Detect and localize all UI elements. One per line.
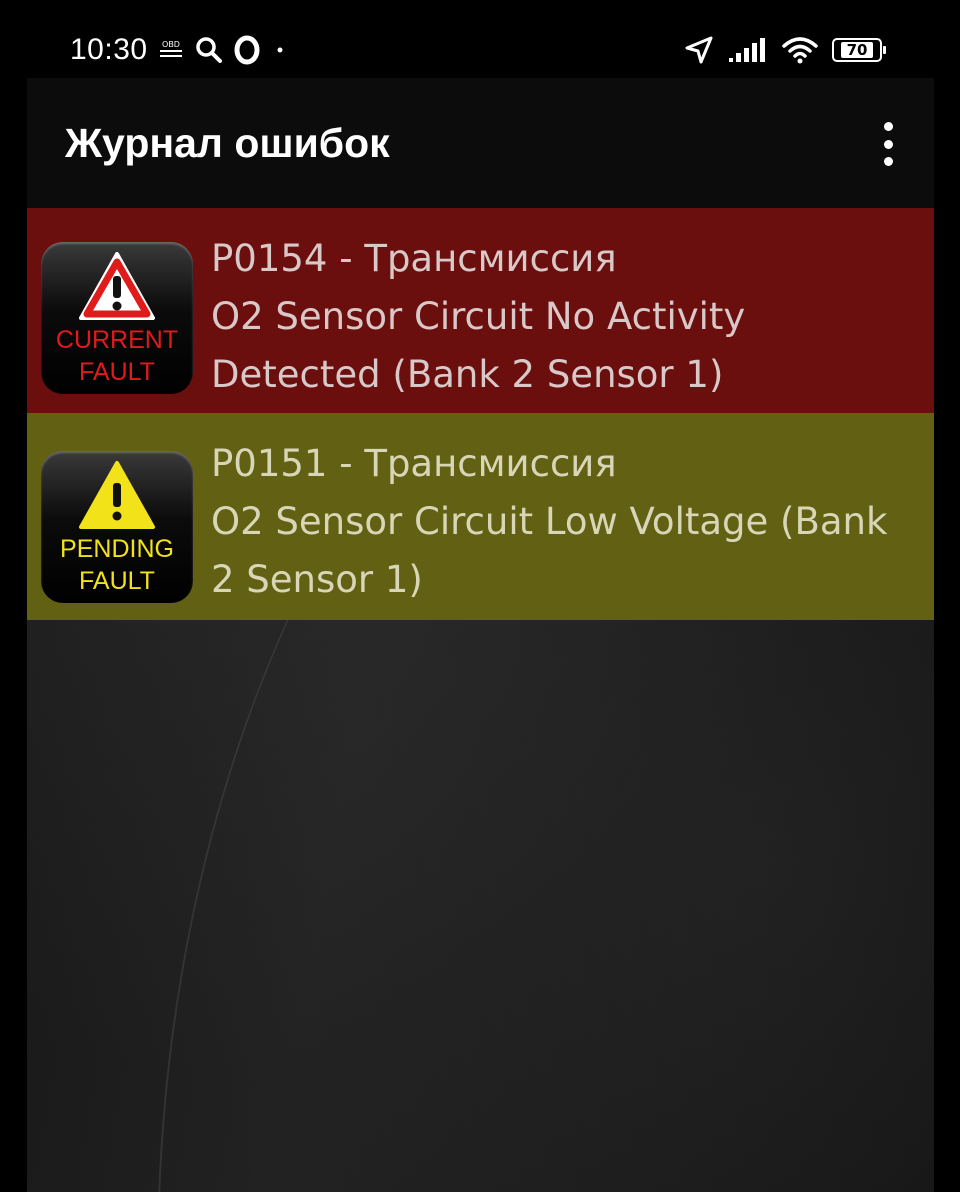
opera-icon — [234, 35, 260, 65]
dot-icon — [270, 35, 290, 65]
fault-code: P0151 - Трансмиссия — [211, 442, 617, 485]
battery-level: 70 — [840, 42, 874, 58]
warning-triangle-red-icon — [79, 252, 155, 320]
svg-text:OBD: OBD — [162, 40, 180, 49]
fault-text: P0151 - Трансмиссия O2 Sensor Circuit Lo… — [211, 435, 911, 609]
badge-label-line1: CURRENT — [55, 326, 179, 354]
signal-icon — [728, 37, 768, 63]
badge-label-line2: FAULT — [79, 567, 155, 595]
location-arrow-icon — [684, 35, 714, 65]
menu-dot — [883, 157, 893, 166]
wifi-icon — [782, 36, 818, 64]
pending-fault-badge: PENDING FAULT — [41, 451, 193, 603]
overflow-menu-icon[interactable] — [876, 122, 900, 166]
page-title: Журнал ошибок — [65, 120, 390, 166]
fault-text: P0154 - Трансмиссия O2 Sensor Circuit No… — [211, 230, 911, 404]
fault-description: O2 Sensor Circuit No Activity Detected (… — [211, 295, 746, 396]
fault-log-app: Журнал ошибок CURRENT FAULT P0154 - Тран… — [27, 78, 934, 1192]
status-left: 10:30 OBD — [70, 30, 290, 70]
status-time: 10:30 — [70, 33, 148, 66]
badge-label-line1: PENDING — [60, 535, 174, 563]
current-fault-badge: CURRENT FAULT — [41, 242, 193, 394]
app-toolbar: Журнал ошибок — [27, 78, 934, 208]
obd-icon: OBD — [158, 38, 184, 62]
fault-row-pending[interactable]: PENDING FAULT P0151 - Трансмиссия O2 Sen… — [27, 413, 934, 620]
menu-dot — [883, 122, 893, 131]
fault-description: O2 Sensor Circuit Low Voltage (Bank 2 Se… — [211, 500, 888, 601]
fault-code: P0154 - Трансмиссия — [211, 237, 617, 280]
fault-row-current[interactable]: CURRENT FAULT P0154 - Трансмиссия O2 Sen… — [27, 208, 934, 413]
menu-dot — [883, 139, 893, 149]
status-right: 70 — [684, 30, 886, 70]
phone-screen: 10:30 OBD 70 Журнал ошибок CURRENT FAULT… — [0, 0, 960, 1192]
badge-label-line2: FAULT — [79, 358, 155, 386]
warning-triangle-yellow-icon — [79, 461, 155, 529]
fault-list: CURRENT FAULT P0154 - Трансмиссия O2 Sen… — [27, 208, 934, 620]
search-icon — [194, 35, 224, 65]
battery-icon: 70 — [832, 38, 886, 62]
